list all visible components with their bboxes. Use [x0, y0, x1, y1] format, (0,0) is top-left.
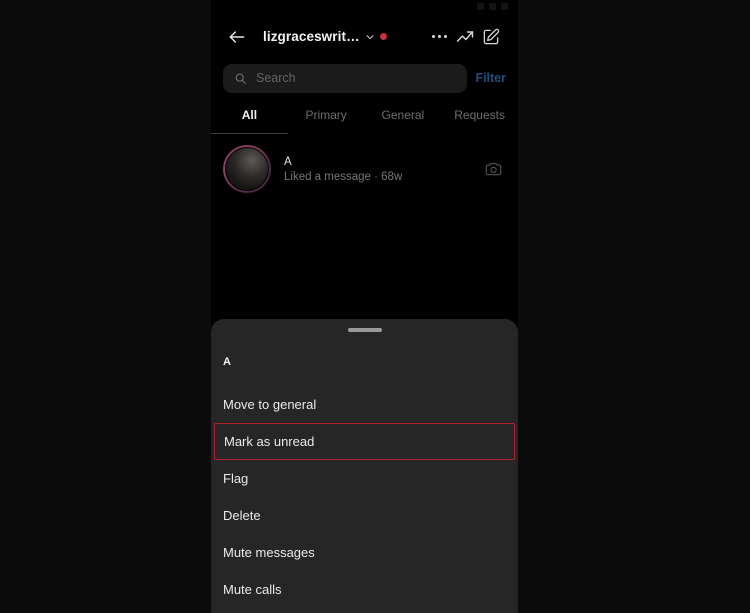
app-header: lizgraceswrit… [211, 13, 518, 60]
tab-requests[interactable]: Requests [441, 101, 518, 134]
phone-screen: lizgraceswrit… Search Filter All Primary… [211, 0, 518, 613]
more-options-button[interactable] [426, 24, 452, 50]
tab-general[interactable]: General [365, 101, 442, 134]
sheet-item-delete[interactable]: Delete [211, 497, 518, 534]
avatar-story-ring[interactable] [223, 145, 271, 193]
sheet-item-mark-as-unread[interactable]: Mark as unread [214, 423, 515, 460]
battery-icon [501, 3, 508, 10]
chevron-down-icon [366, 34, 374, 39]
compose-button[interactable] [478, 24, 504, 50]
avatar [225, 147, 269, 191]
search-placeholder: Search [256, 71, 296, 85]
wifi-icon [489, 3, 496, 10]
tab-all[interactable]: All [211, 101, 288, 134]
status-bar [211, 0, 518, 13]
account-switcher[interactable]: lizgraceswrit… [263, 29, 387, 44]
search-row: Search Filter [211, 62, 518, 94]
conversation-row[interactable]: A Liked a message · 68w [211, 140, 518, 198]
sheet-item-label: Flag [223, 471, 249, 486]
sheet-item-label: Mark as unread [224, 434, 315, 449]
tab-requests-label: Requests [454, 108, 505, 122]
more-horizontal-icon [431, 35, 447, 38]
signal-icon [477, 3, 484, 10]
filter-button[interactable]: Filter [475, 71, 506, 85]
search-icon [235, 73, 246, 84]
search-input[interactable]: Search [223, 63, 468, 93]
screenshot-root: lizgraceswrit… Search Filter All Primary… [0, 0, 750, 613]
conversation-text: A Liked a message · 68w [284, 156, 480, 183]
camera-icon [485, 162, 501, 175]
unread-dot-badge [379, 33, 387, 40]
tab-primary-label: Primary [305, 108, 347, 122]
sheet-item-label: Move to general [223, 397, 317, 412]
camera-button[interactable] [480, 156, 506, 182]
tab-primary[interactable]: Primary [288, 101, 365, 134]
conversation-subtitle: Liked a message · 68w [284, 170, 403, 183]
sheet-title: A [223, 356, 232, 368]
compose-icon [483, 28, 500, 44]
sheet-item-label: Delete [223, 508, 261, 523]
account-username: lizgraceswrit… [263, 29, 360, 44]
insights-button[interactable] [452, 24, 478, 50]
tab-all-label: All [241, 108, 258, 122]
tab-general-label: General [381, 108, 425, 122]
back-button[interactable] [225, 25, 249, 49]
sheet-item-flag[interactable]: Flag [211, 460, 518, 497]
options-bottom-sheet: A Move to general Mark as unread Flag De… [211, 319, 518, 613]
sheet-item-mute-calls[interactable]: Mute calls [211, 571, 518, 608]
arrow-left-icon [229, 30, 245, 43]
sheet-item-mute-messages[interactable]: Mute messages [211, 534, 518, 571]
sheet-options-list: Move to general Mark as unread Flag Dele… [211, 386, 518, 608]
sheet-item-label: Mute calls [223, 582, 282, 597]
inbox-tabs: All Primary General Requests [211, 101, 518, 134]
sheet-item-move-to-general[interactable]: Move to general [211, 386, 518, 423]
trending-up-icon [456, 30, 474, 42]
conversation-name: A [284, 155, 292, 168]
sheet-item-label: Mute messages [223, 545, 315, 560]
